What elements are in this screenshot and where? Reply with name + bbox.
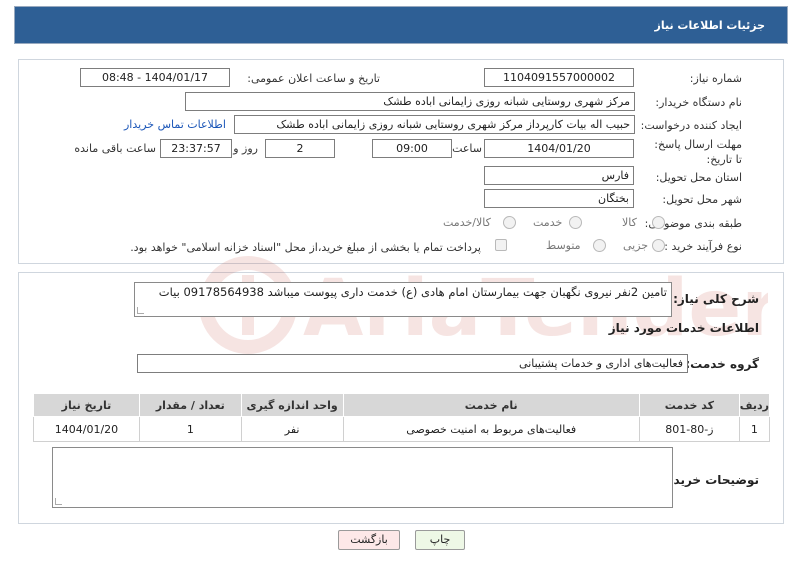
col-need-date: تاریخ نیاز xyxy=(33,393,140,417)
announce-label: تاریخ و ساعت اعلان عمومی: xyxy=(247,72,380,85)
category-goods-radio[interactable] xyxy=(652,216,665,229)
category-goods-service-label: کالا/خدمت xyxy=(443,216,491,229)
payment-note: پرداخت تمام یا بخشی از مبلغ خرید،از محل … xyxy=(130,241,481,254)
need-number-field: 1104091557000002 xyxy=(484,68,634,87)
col-unit: واحد اندازه گیری xyxy=(240,393,344,417)
print-button[interactable]: چاپ xyxy=(415,530,465,550)
process-medium-label: متوسط xyxy=(546,239,581,252)
back-button[interactable]: بازگشت xyxy=(338,530,400,550)
buyer-contact-link[interactable]: اطلاعات تماس خریدار xyxy=(124,118,226,131)
summary-textarea[interactable]: تامین 2نفر نیروی نگهبان جهت بیمارستان ام… xyxy=(134,282,672,317)
process-label: نوع فرآیند خرید : xyxy=(664,240,742,253)
services-section-title: اطلاعات خدمات مورد نیاز xyxy=(608,321,759,335)
buyer-org-field: مرکز شهری روستایی شبانه روزی زایمانی ابا… xyxy=(185,92,635,111)
remaining-label: ساعت باقی مانده xyxy=(74,142,156,155)
deadline-time-field: 09:00 xyxy=(372,139,452,158)
treasury-payment-checkbox[interactable] xyxy=(495,239,507,251)
service-group-field: فعالیت‌های اداری و خدمات پشتیبانی xyxy=(137,354,688,373)
page-header: جزئیات اطلاعات نیاز xyxy=(14,6,788,44)
deadline-time-label: ساعت xyxy=(452,142,482,155)
resize-handle[interactable] xyxy=(55,498,62,505)
process-medium-radio[interactable] xyxy=(593,239,606,252)
summary-label: شرح کلی نیاز: xyxy=(673,292,759,306)
col-service-code: کد خدمت xyxy=(638,393,740,417)
table-row: 1 ز-80-801 فعالیت‌های مربوط به امنیت خصو… xyxy=(33,416,771,442)
category-service-radio[interactable] xyxy=(569,216,582,229)
deadline-date-field: 1404/01/20 xyxy=(484,139,634,158)
deadline-label: مهلت ارسال پاسخ: تا تاریخ: xyxy=(654,138,742,166)
cell-quantity: 1 xyxy=(138,416,242,442)
cell-need-date: 1404/01/20 xyxy=(33,416,140,442)
city-label: شهر محل تحویل: xyxy=(662,193,742,206)
process-minor-radio[interactable] xyxy=(652,239,665,252)
requester-label: ایجاد کننده درخواست: xyxy=(640,119,742,132)
province-label: استان محل تحویل: xyxy=(655,171,742,184)
requester-field: حبیب اله بیات کارپرداز مرکز شهری روستایی… xyxy=(234,115,635,134)
buyer-notes-textarea[interactable] xyxy=(52,447,673,508)
col-quantity: تعداد / مقدار xyxy=(138,393,242,417)
announce-datetime-field: 1404/01/17 - 08:48 xyxy=(80,68,230,87)
services-table: ردیف کد خدمت نام خدمت واحد اندازه گیری ت… xyxy=(33,393,771,442)
buyer-org-label: نام دستگاه خریدار: xyxy=(655,96,742,109)
days-label: روز و xyxy=(233,142,258,155)
process-minor-label: جزیی xyxy=(623,239,649,252)
cell-service-code: ز-80-801 xyxy=(638,416,740,442)
service-group-label: گروه خدمت: xyxy=(685,357,759,371)
cell-service-name: فعالیت‌های مربوط به امنیت خصوصی xyxy=(342,416,640,442)
col-service-name: نام خدمت xyxy=(342,393,640,417)
resize-handle[interactable] xyxy=(137,307,144,314)
page-title: جزئیات اطلاعات نیاز xyxy=(654,19,766,32)
cell-row: 1 xyxy=(738,416,771,442)
need-number-label: شماره نیاز: xyxy=(689,72,742,85)
category-service-label: خدمت xyxy=(533,216,563,229)
remaining-time-field: 23:37:57 xyxy=(160,139,232,158)
days-field: 2 xyxy=(265,139,335,158)
col-row: ردیف xyxy=(738,393,771,417)
summary-text: تامین 2نفر نیروی نگهبان جهت بیمارستان ام… xyxy=(158,285,667,299)
category-goods-service-radio[interactable] xyxy=(503,216,516,229)
province-field: فارس xyxy=(484,166,634,185)
cell-unit: نفر xyxy=(240,416,344,442)
table-header-row: ردیف کد خدمت نام خدمت واحد اندازه گیری ت… xyxy=(33,393,771,417)
category-goods-label: کالا xyxy=(622,216,637,229)
city-field: بختگان xyxy=(484,189,634,208)
